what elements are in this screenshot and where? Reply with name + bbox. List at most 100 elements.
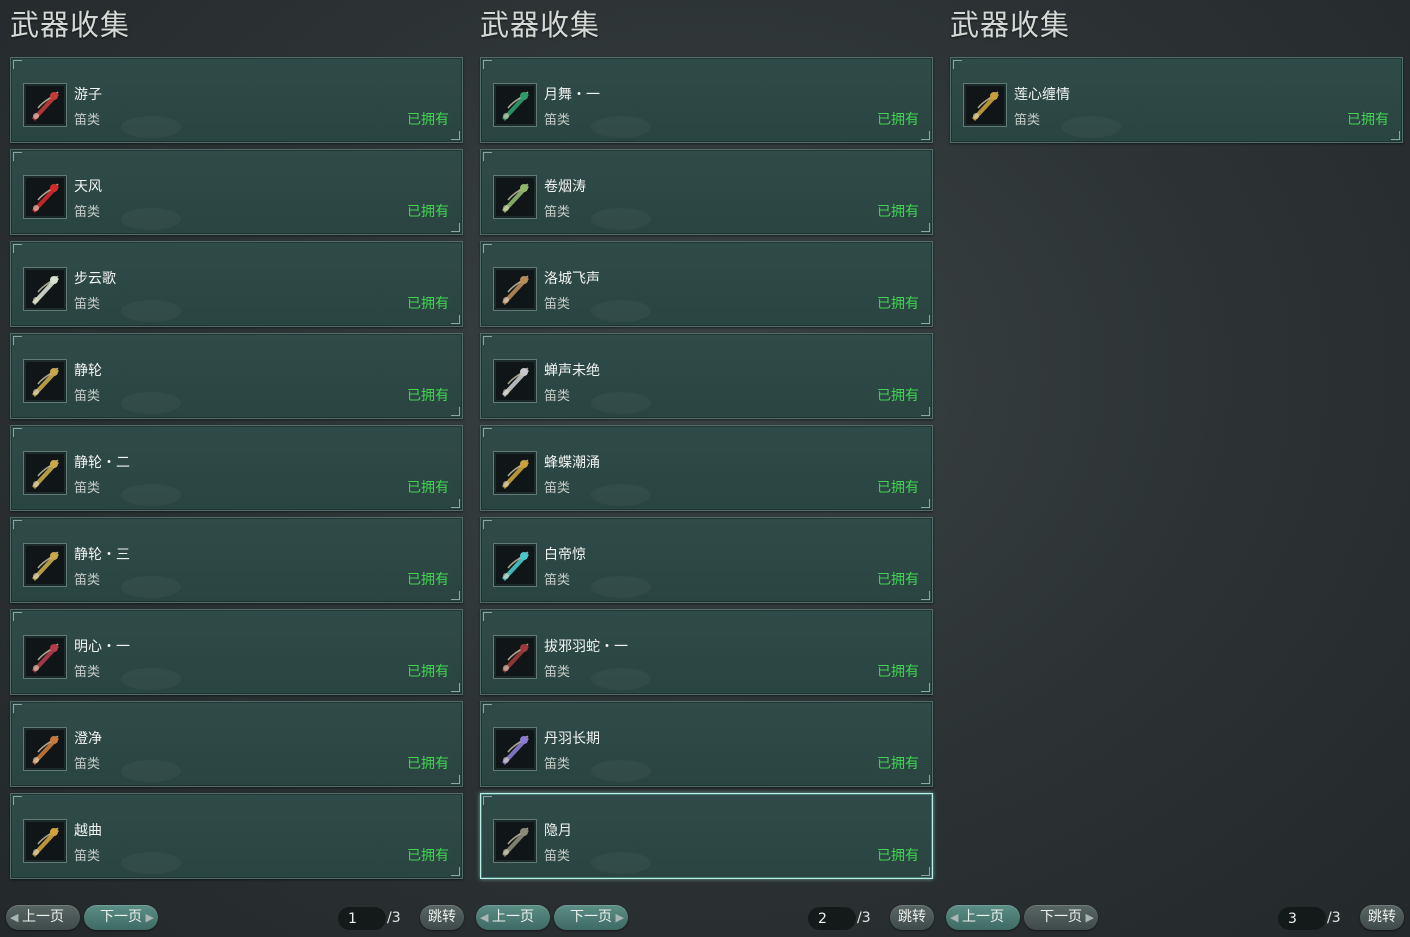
card-decoration — [121, 116, 181, 138]
weapon-card[interactable]: 拔邪羽蛇・一 笛类 已拥有 — [480, 609, 933, 695]
flute-orange-icon[interactable] — [24, 728, 66, 770]
owned-status: 已拥有 — [407, 388, 449, 404]
jump-button[interactable]: 跳转 — [890, 905, 934, 930]
flute-gold-ornate-icon[interactable] — [964, 84, 1006, 126]
weapon-card[interactable]: 隐月 笛类 已拥有 — [480, 793, 933, 879]
weapon-name: 丹羽长期 — [544, 731, 600, 747]
page-number-input[interactable] — [338, 907, 386, 930]
weapon-type: 笛类 — [544, 849, 571, 864]
weapon-name: 步云歌 — [74, 271, 116, 287]
pagination-bar: ◀上一页下一页▶/3跳转 — [470, 905, 934, 931]
owned-status: 已拥有 — [877, 204, 919, 220]
weapon-name: 越曲 — [74, 823, 102, 839]
weapon-card[interactable]: 丹羽长期 笛类 已拥有 — [480, 701, 933, 787]
weapon-type: 笛类 — [544, 113, 571, 128]
prev-page-label: 上一页 — [492, 909, 534, 925]
weapon-type: 笛类 — [74, 205, 101, 220]
weapon-card[interactable]: 越曲 笛类 已拥有 — [10, 793, 463, 879]
weapon-collection-panel-2: 武器收集 月舞・一 笛类 已拥有 卷烟涛 笛类 已拥有 洛城飞声 笛类 已拥有 蝉声未绝 笛类 已拥有蜂… — [470, 0, 934, 937]
owned-status: 已拥有 — [1347, 112, 1389, 128]
panel-title: 武器收集 — [950, 8, 1071, 42]
weapon-collection-panel-1: 武器收集 游子 笛类 已拥有 天风 笛类 已拥有 步云歌 笛类 已拥有 静轮 笛类 已拥有 静轮・二 笛类已… — [0, 0, 464, 937]
weapon-name: 莲心缠情 — [1014, 87, 1070, 103]
weapon-type: 笛类 — [544, 389, 571, 404]
card-decoration — [591, 116, 651, 138]
weapon-name: 洛城飞声 — [544, 271, 600, 287]
weapon-card[interactable]: 静轮笛类 已拥有 — [10, 333, 463, 419]
weapon-collection-panel-3: 武器收集莲心缠情笛类 已拥有 ◀上一页下一页▶ /3 跳转 — [940, 0, 1404, 937]
owned-status: 已拥有 — [877, 296, 919, 312]
card-decoration — [121, 576, 181, 598]
chevron-left-icon: ◀ — [480, 911, 489, 924]
next-page-button[interactable]: 下一页 ▶ — [84, 905, 158, 930]
card-decoration — [591, 576, 651, 598]
panel-title: 武器收集 — [10, 8, 131, 42]
flute-gold-ruby-icon[interactable] — [494, 452, 536, 494]
chevron-left-icon: ◀ — [10, 911, 19, 924]
next-page-label: 下一页 — [1040, 909, 1082, 925]
card-decoration — [591, 668, 651, 690]
card-decoration — [1061, 116, 1121, 138]
weapon-card[interactable]: 月舞・一 笛类 已拥有 — [480, 57, 933, 143]
weapon-card[interactable]: 静轮・三 笛类 已拥有 — [10, 517, 463, 603]
weapon-card[interactable]: 步云歌 笛类 已拥有 — [10, 241, 463, 327]
weapon-card[interactable]: 白帝惊 笛类 已拥有 — [480, 517, 933, 603]
weapon-card[interactable]: 澄净 笛类 已拥有 — [10, 701, 463, 787]
prev-page-button[interactable]: ◀ 上一页 — [946, 905, 1020, 930]
page-number-input[interactable] — [1278, 907, 1326, 930]
card-decoration — [591, 760, 651, 782]
flute-gold-blade-icon[interactable] — [24, 820, 66, 862]
weapon-name: 明心・一 — [74, 639, 130, 655]
flute-green-white-icon[interactable] — [494, 176, 536, 218]
flute-gold-claw-icon[interactable] — [24, 452, 66, 494]
weapon-card[interactable]: 卷烟涛 笛类 已拥有 — [480, 149, 933, 235]
weapon-card[interactable]: 蜂蝶潮涌 笛类 已拥有 — [480, 425, 933, 511]
weapon-name: 静轮 — [74, 363, 102, 379]
prev-page-label: 上一页 — [962, 909, 1004, 925]
weapon-name: 静轮・二 — [74, 455, 130, 471]
prev-page-button[interactable]: ◀ 上一页 — [6, 905, 80, 930]
next-page-button[interactable]: 下一页 ▶ — [1024, 905, 1098, 930]
prev-page-button[interactable]: ◀ 上一页 — [476, 905, 550, 930]
pagination-bar: ◀上一页下一页▶ /3 跳转 — [940, 905, 1404, 931]
flute-red-blue-icon[interactable] — [24, 176, 66, 218]
flute-dark-red-icon[interactable] — [494, 636, 536, 678]
flute-violet-icon[interactable] — [494, 728, 536, 770]
card-decoration — [121, 484, 181, 506]
flute-green-jade-icon[interactable] — [494, 84, 536, 126]
weapon-list: 游子 笛类 已拥有 天风 笛类 已拥有 步云歌 笛类 已拥有 静轮 笛类 已拥有 静轮・二 笛类 已拥有 静轮… — [10, 57, 463, 885]
pagination-bar: ◀上一页下一页▶ /3 跳转 — [0, 905, 464, 931]
flute-white-green-icon[interactable] — [24, 268, 66, 310]
next-page-button[interactable]: 下一页 ▶ — [554, 905, 628, 930]
weapon-card[interactable]: 蝉声未绝 笛类 已拥有 — [480, 333, 933, 419]
card-decoration — [591, 300, 651, 322]
weapon-card[interactable]: 洛城飞声笛类 已拥有 — [480, 241, 933, 327]
page-total: /3 — [1327, 910, 1341, 926]
flute-crimson-icon[interactable] — [24, 636, 66, 678]
weapon-type: 笛类 — [544, 297, 571, 312]
flute-tan-red-icon[interactable] — [494, 268, 536, 310]
jump-button[interactable]: 跳转 — [420, 905, 464, 930]
page-number-input[interactable] — [808, 907, 856, 930]
flute-cyan-purple-icon[interactable] — [494, 544, 536, 586]
card-decoration — [591, 852, 651, 874]
weapon-type: 笛类 — [544, 573, 571, 588]
page-total: /3 — [857, 910, 871, 926]
owned-status: 已拥有 — [877, 848, 919, 864]
card-decoration — [121, 852, 181, 874]
jump-button[interactable]: 跳转 — [1360, 905, 1404, 930]
flute-red-white-icon[interactable] — [24, 84, 66, 126]
weapon-card[interactable]: 明心・一 笛类 已拥有 — [10, 609, 463, 695]
weapon-type: 笛类 — [74, 389, 101, 404]
weapon-type: 笛类 — [74, 297, 101, 312]
flute-bronze-icon[interactable] — [494, 820, 536, 862]
flute-silver-icon[interactable] — [494, 360, 536, 402]
page-total: /3 — [387, 910, 401, 926]
weapon-card[interactable]: 天风 笛类 已拥有 — [10, 149, 463, 235]
flute-gold-claw-icon[interactable] — [24, 544, 66, 586]
weapon-card[interactable]: 静轮・二 笛类 已拥有 — [10, 425, 463, 511]
weapon-type: 笛类 — [1014, 113, 1041, 128]
weapon-card[interactable]: 莲心缠情笛类 已拥有 — [950, 57, 1403, 143]
weapon-card[interactable]: 游子 笛类 已拥有 — [10, 57, 463, 143]
flute-gold-claw-icon[interactable] — [24, 360, 66, 402]
